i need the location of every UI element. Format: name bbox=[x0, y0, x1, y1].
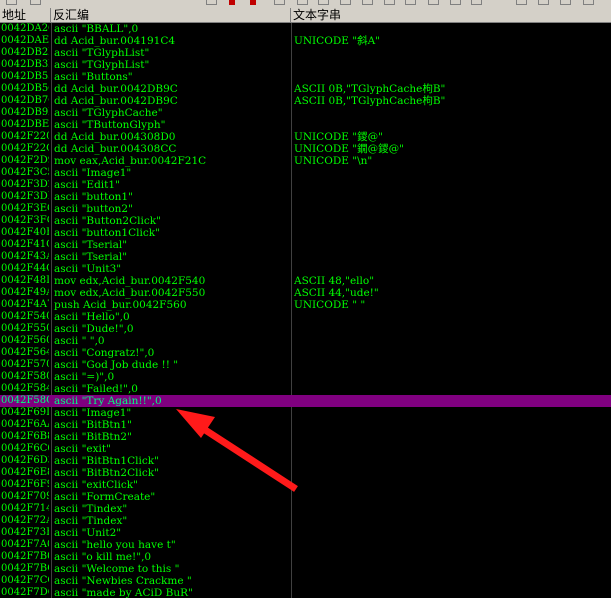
arrow-shaft bbox=[194, 421, 298, 492]
red-arrow-annotation bbox=[176, 409, 298, 492]
